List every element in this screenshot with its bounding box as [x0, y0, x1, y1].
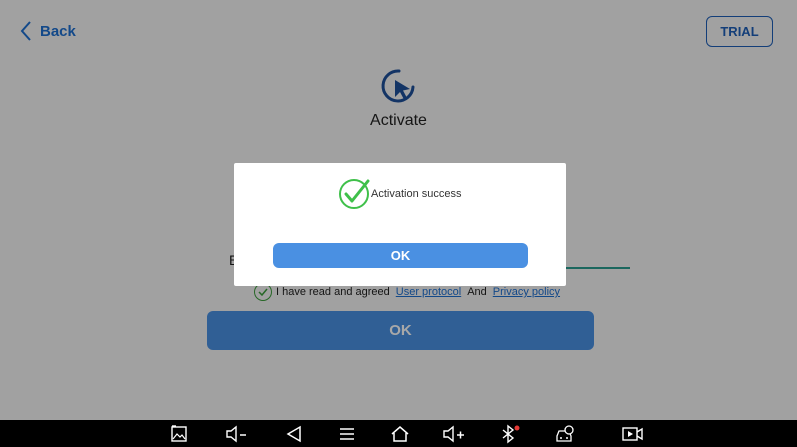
dialog-ok-button[interactable]: OK — [273, 243, 528, 268]
success-check-icon — [339, 179, 370, 209]
screen-record-icon[interactable] — [620, 423, 646, 445]
vci-icon[interactable] — [553, 423, 577, 445]
volume-down-icon[interactable] — [224, 423, 250, 445]
system-nav-bar — [0, 420, 797, 447]
home-icon[interactable] — [388, 423, 412, 445]
back-icon[interactable] — [283, 423, 305, 445]
menu-icon[interactable] — [336, 423, 358, 445]
dialog-message: Activation success — [371, 188, 462, 200]
bluetooth-icon[interactable] — [498, 423, 522, 445]
volume-up-icon[interactable] — [441, 423, 469, 445]
screenshot-icon[interactable] — [168, 423, 190, 445]
activation-success-dialog: Activation success OK — [234, 163, 566, 286]
